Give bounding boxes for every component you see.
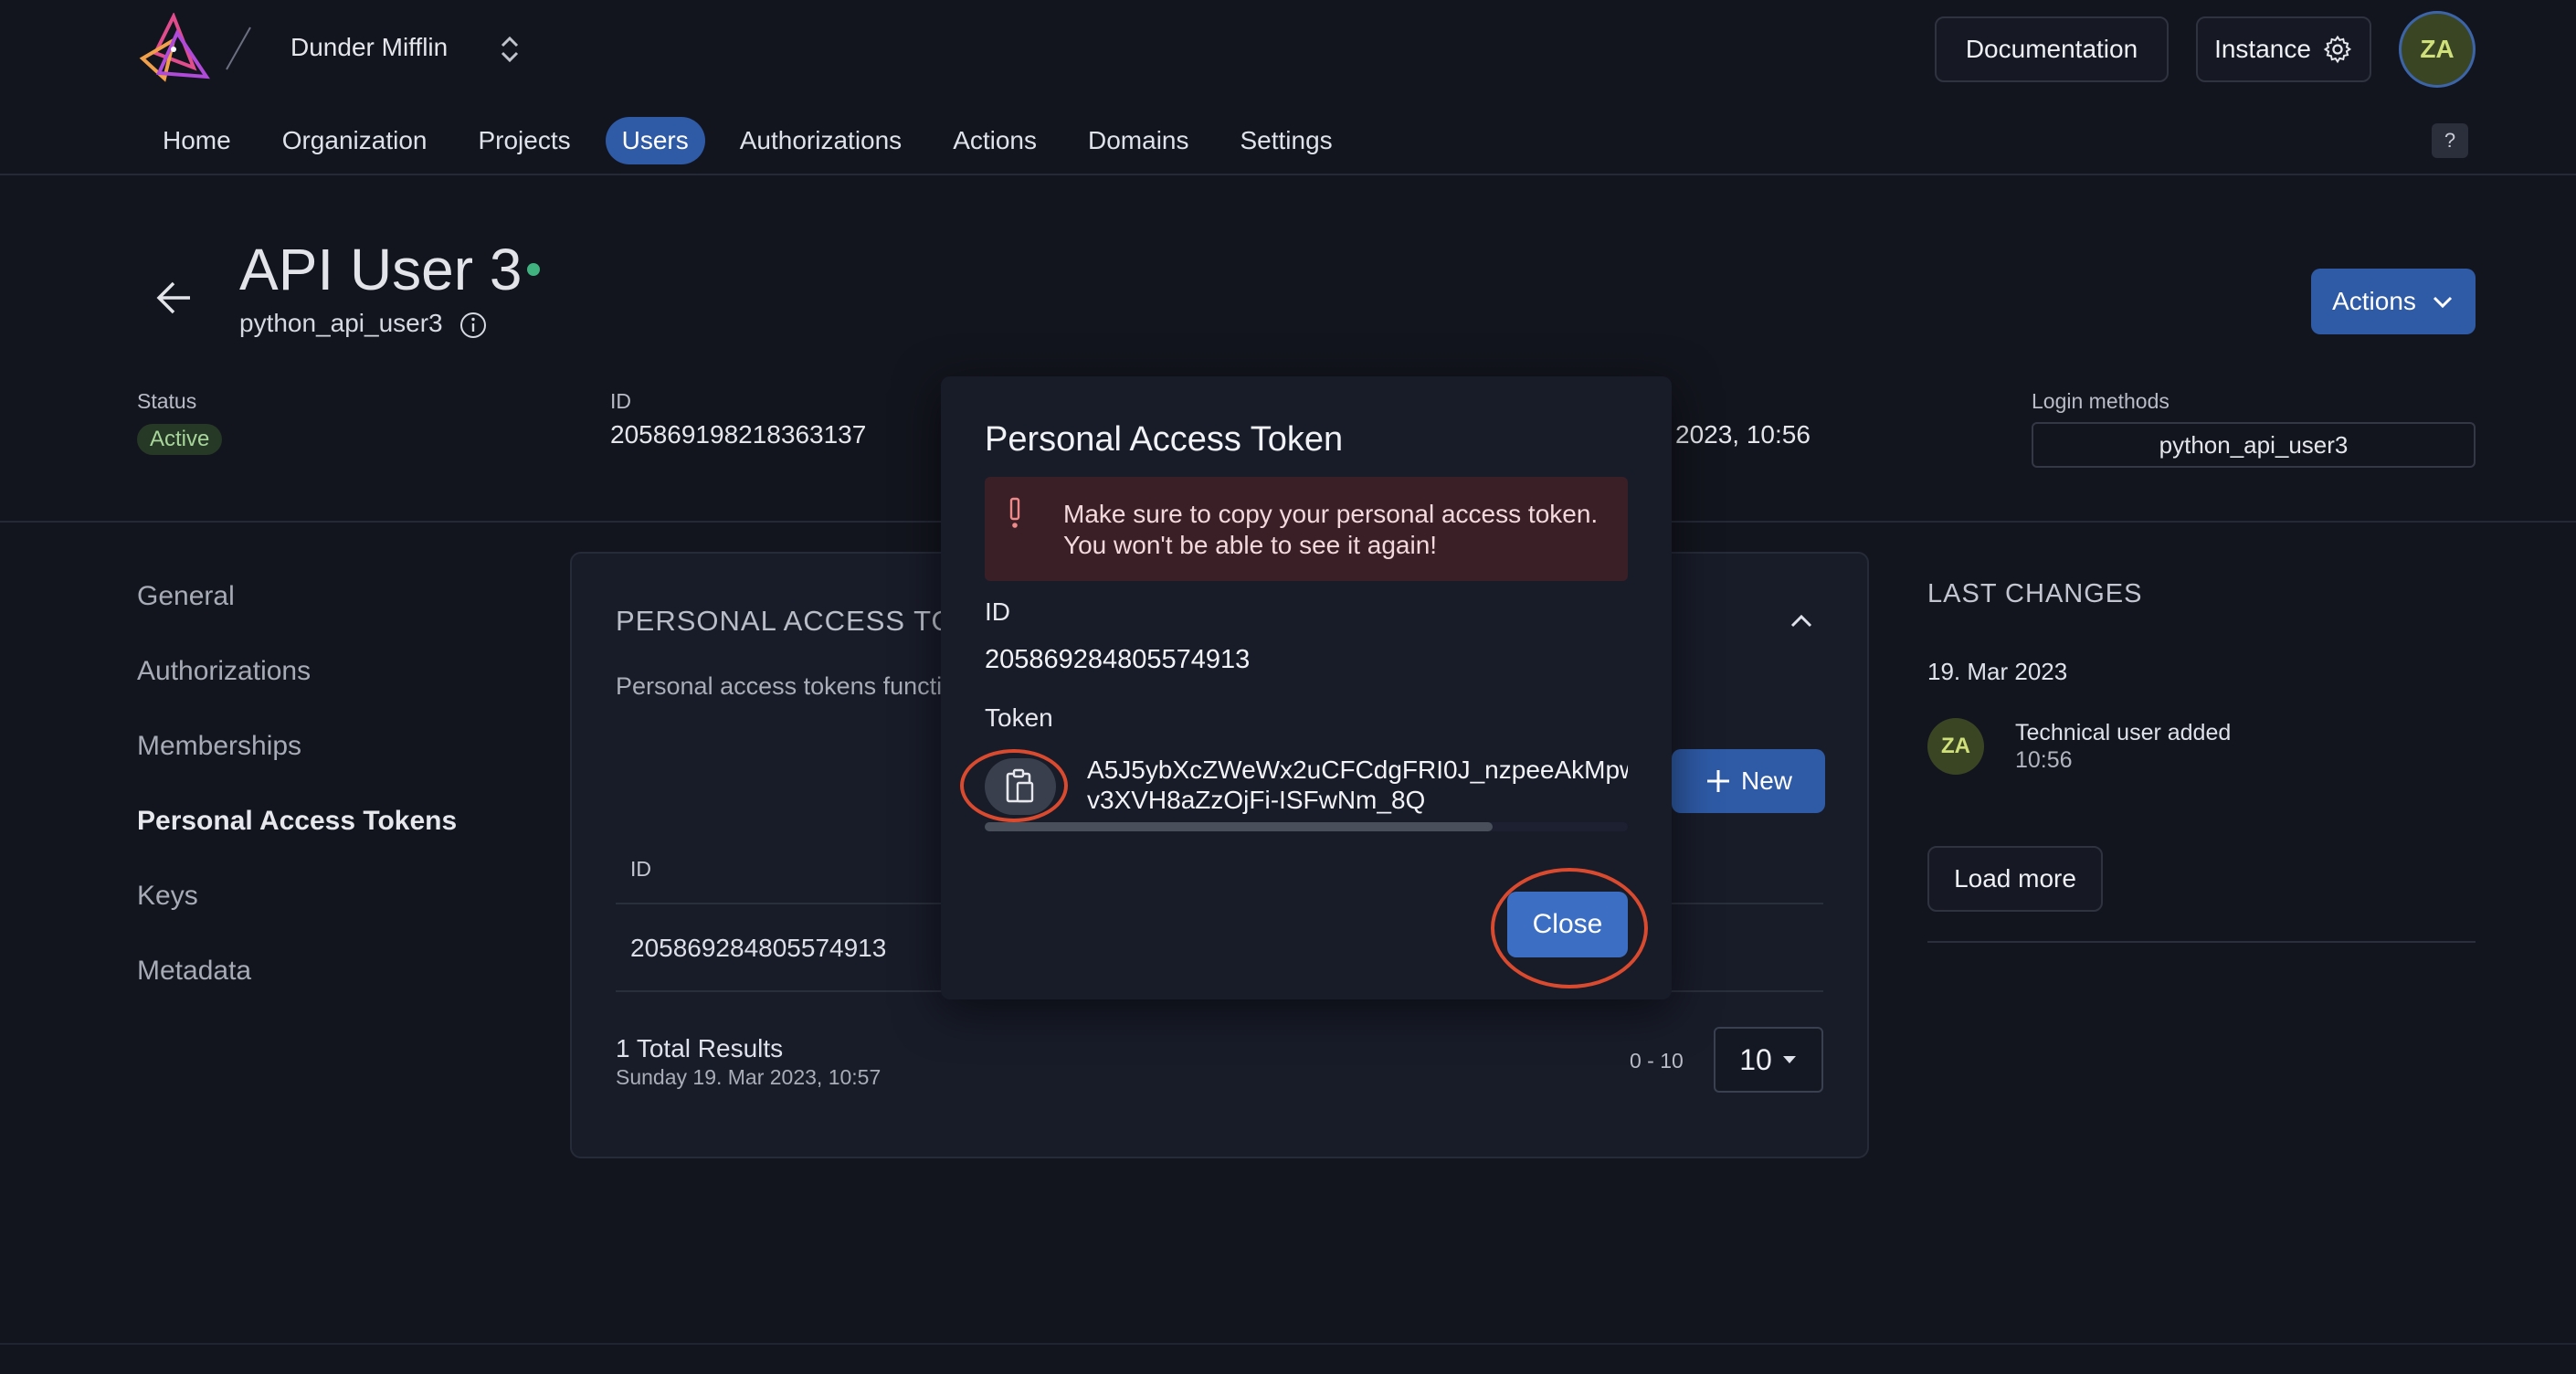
info-icon[interactable]: [459, 311, 488, 340]
last-changes-title: LAST CHANGES: [1927, 579, 2143, 608]
dialog-title: Personal Access Token: [985, 420, 1344, 459]
sidebar-item-personal-access-tokens[interactable]: Personal Access Tokens: [137, 806, 457, 837]
nav-item-projects[interactable]: Projects: [461, 117, 586, 164]
nav-item-home[interactable]: Home: [146, 117, 248, 164]
chevron-down-icon: [2433, 296, 2452, 309]
date-value: 2023, 10:56: [1675, 420, 1811, 449]
sidebar-item-metadata[interactable]: Metadata: [137, 956, 251, 987]
new-token-button[interactable]: New: [1672, 749, 1825, 813]
token-line-1: A5J5ybXcZWeWx2uCFCdgFRI0J_nzpeeAkMpw: [1087, 756, 1628, 784]
dialog-id-label: ID: [985, 597, 1010, 626]
actions-button[interactable]: Actions: [2311, 269, 2476, 334]
page-title: API User 3: [239, 237, 523, 302]
token-value[interactable]: A5J5ybXcZWeWx2uCFCdgFRI0J_nzpeeAkMpw v3X…: [1087, 755, 1628, 820]
gear-icon: [2323, 35, 2352, 64]
avatar: ZA: [1927, 718, 1984, 775]
pagination-range: 0 - 10: [1630, 1049, 1684, 1073]
card-title: PERSONAL ACCESS TO: [616, 605, 955, 637]
nav-item-actions[interactable]: Actions: [936, 117, 1053, 164]
plus-icon: [1706, 770, 1729, 792]
page-size-select[interactable]: 10: [1714, 1027, 1823, 1093]
status-label: Status: [137, 389, 197, 413]
nav-item-organization[interactable]: Organization: [266, 117, 444, 164]
copy-highlight-ring: [960, 749, 1068, 822]
last-changes-date: 19. Mar 2023: [1927, 658, 2068, 685]
nav-item-authorizations[interactable]: Authorizations: [723, 117, 918, 164]
page-size-value: 10: [1739, 1042, 1772, 1076]
sidebar-item-memberships[interactable]: Memberships: [137, 731, 301, 762]
sidebar-item-authorizations[interactable]: Authorizations: [137, 656, 311, 687]
zitadel-logo[interactable]: [137, 13, 210, 86]
caret-down-icon: [1782, 1056, 1796, 1063]
sidebar-item-general[interactable]: General: [137, 581, 235, 612]
documentation-label: Documentation: [1965, 35, 2138, 63]
footer-divider: [0, 1343, 2576, 1345]
breadcrumb-separator: [226, 26, 251, 70]
login-methods-label: Login methods: [2032, 389, 2170, 413]
change-time: 10:56: [2015, 747, 2073, 773]
warning-line-1: Make sure to copy your personal access t…: [1063, 500, 1599, 528]
instance-label: Instance: [2214, 35, 2311, 63]
load-more-button[interactable]: Load more: [1927, 846, 2103, 912]
dialog-id-value: 205869284805574913: [985, 645, 1251, 674]
user-id-value: 205869198218363137: [610, 420, 867, 449]
main-nav: Home Organization Projects Users Authori…: [146, 117, 1367, 164]
org-name[interactable]: Dunder Mifflin: [290, 33, 448, 62]
status-badge: Active: [137, 424, 223, 455]
org-switch-icon[interactable]: [497, 33, 523, 66]
load-more-label: Load more: [1954, 864, 2076, 893]
chevron-up-icon[interactable]: [1787, 607, 1816, 636]
nav-item-users[interactable]: Users: [605, 117, 705, 164]
user-avatar[interactable]: ZA: [2399, 11, 2476, 88]
back-arrow-icon[interactable]: [153, 280, 195, 316]
card-description: Personal access tokens functi: [616, 672, 943, 700]
documentation-button[interactable]: Documentation: [1935, 16, 2169, 82]
nav-item-settings[interactable]: Settings: [1224, 117, 1349, 164]
warning-line-2: You won't be able to see it again!: [1063, 531, 1438, 559]
exclamation-icon: [1009, 497, 1020, 528]
dialog-token-label: Token: [985, 703, 1053, 732]
help-button[interactable]: ?: [2432, 123, 2468, 158]
table-header-id: ID: [630, 857, 651, 881]
actions-label: Actions: [2332, 287, 2416, 315]
last-changes-divider: [1927, 941, 2476, 943]
username: python_api_user3: [239, 309, 443, 337]
token-scrollbar[interactable]: [985, 822, 1493, 831]
sidebar-item-keys[interactable]: Keys: [137, 881, 198, 912]
total-results-date: Sunday 19. Mar 2023, 10:57: [616, 1065, 882, 1089]
instance-button[interactable]: Instance: [2196, 16, 2371, 82]
header-divider: [0, 174, 2576, 175]
table-row[interactable]: 205869284805574913: [630, 934, 886, 963]
total-results: 1 Total Results: [616, 1034, 784, 1062]
close-highlight-ring: [1491, 868, 1648, 988]
new-label: New: [1740, 766, 1792, 795]
change-event: Technical user added: [2015, 720, 2232, 745]
login-method-chip: python_api_user3: [2032, 422, 2476, 468]
id-label: ID: [610, 389, 631, 413]
token-line-2: v3XVH8aZzOjFi-ISFwNm_8Q: [1087, 786, 1426, 814]
nav-item-domains[interactable]: Domains: [1072, 117, 1205, 164]
warning-text: Make sure to copy your personal access t…: [1063, 499, 1611, 561]
online-status-dot: [527, 263, 540, 276]
